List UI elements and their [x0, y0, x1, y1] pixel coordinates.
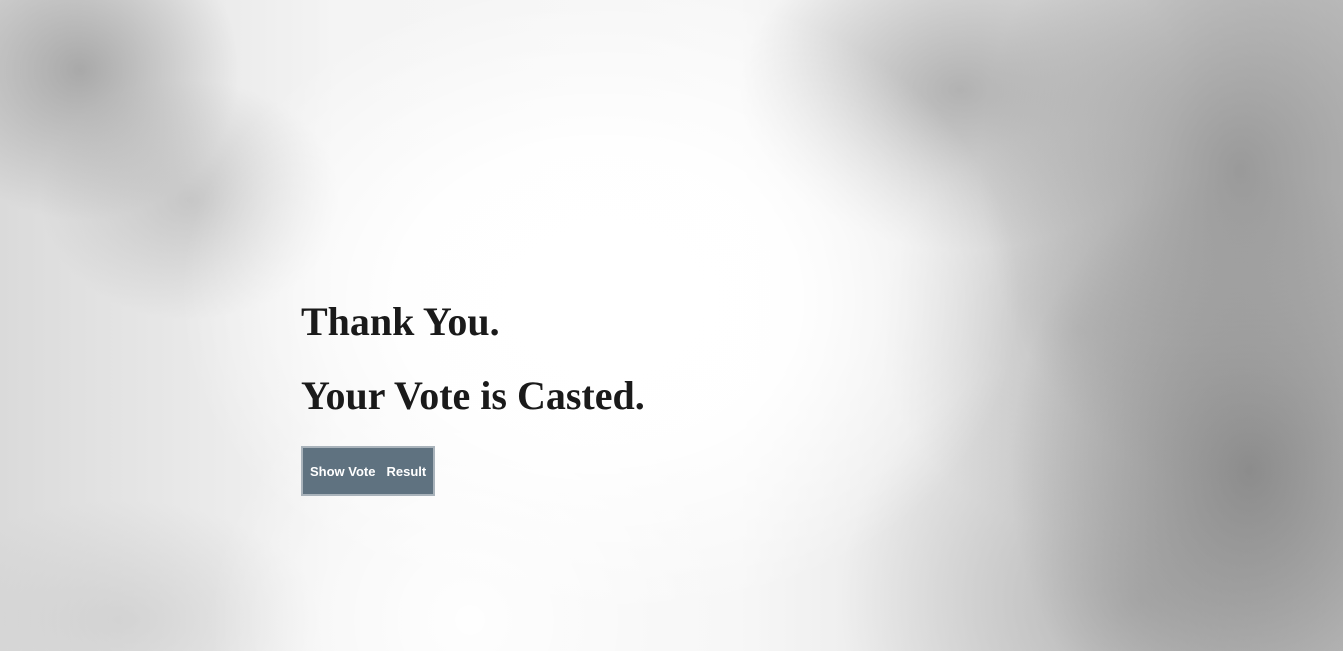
confirmation-panel: Thank You. Your Vote is Casted. Show Vot… — [301, 296, 645, 496]
button-label-part-2: Result — [386, 463, 427, 479]
watercolor-background — [0, 0, 1343, 651]
button-label-part-1: Show Vote — [310, 463, 376, 479]
thank-you-heading: Thank You. — [301, 299, 500, 344]
show-vote-result-button[interactable]: Show Vote Result — [301, 446, 435, 496]
vote-casted-heading: Your Vote is Casted. — [301, 373, 645, 418]
